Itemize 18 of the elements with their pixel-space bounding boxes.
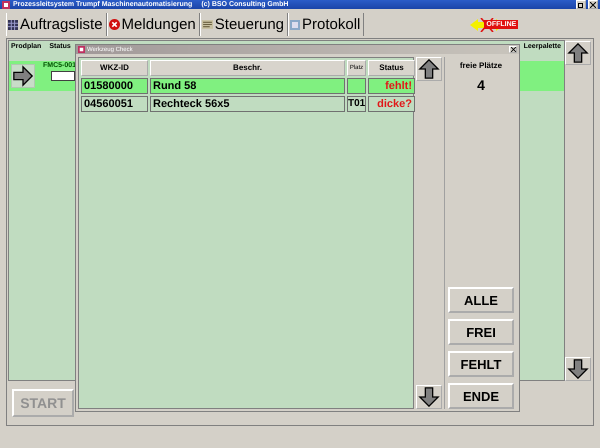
table-cell[interactable]: Rund 58 — [150, 78, 345, 94]
free-slots-count: 4 — [477, 77, 485, 93]
table-cell[interactable]: 04560051 — [81, 96, 148, 112]
table-cell[interactable]: 01580000 — [81, 78, 148, 94]
tab[interactable]: Meldungen — [106, 13, 200, 36]
dialog-button[interactable]: FREI — [448, 319, 514, 345]
column-header: Status — [368, 60, 415, 76]
column-header: Beschr. — [150, 60, 345, 76]
table-cell[interactable]: Rechteck 56x5 — [150, 96, 345, 112]
tab[interactable]: Protokoll — [288, 13, 364, 36]
dialog-button[interactable]: FEHLT — [448, 351, 514, 377]
column-header: WKZ-ID — [81, 60, 148, 76]
dialog-button[interactable]: ALLE — [448, 287, 514, 313]
dialog-button[interactable]: ENDE — [448, 383, 514, 409]
tab[interactable]: Steuerung — [200, 13, 288, 36]
tab[interactable]: Auftragsliste — [6, 13, 107, 36]
table-cell[interactable]: T01 — [347, 96, 366, 112]
free-slots-label: freie Plätze — [460, 61, 502, 70]
